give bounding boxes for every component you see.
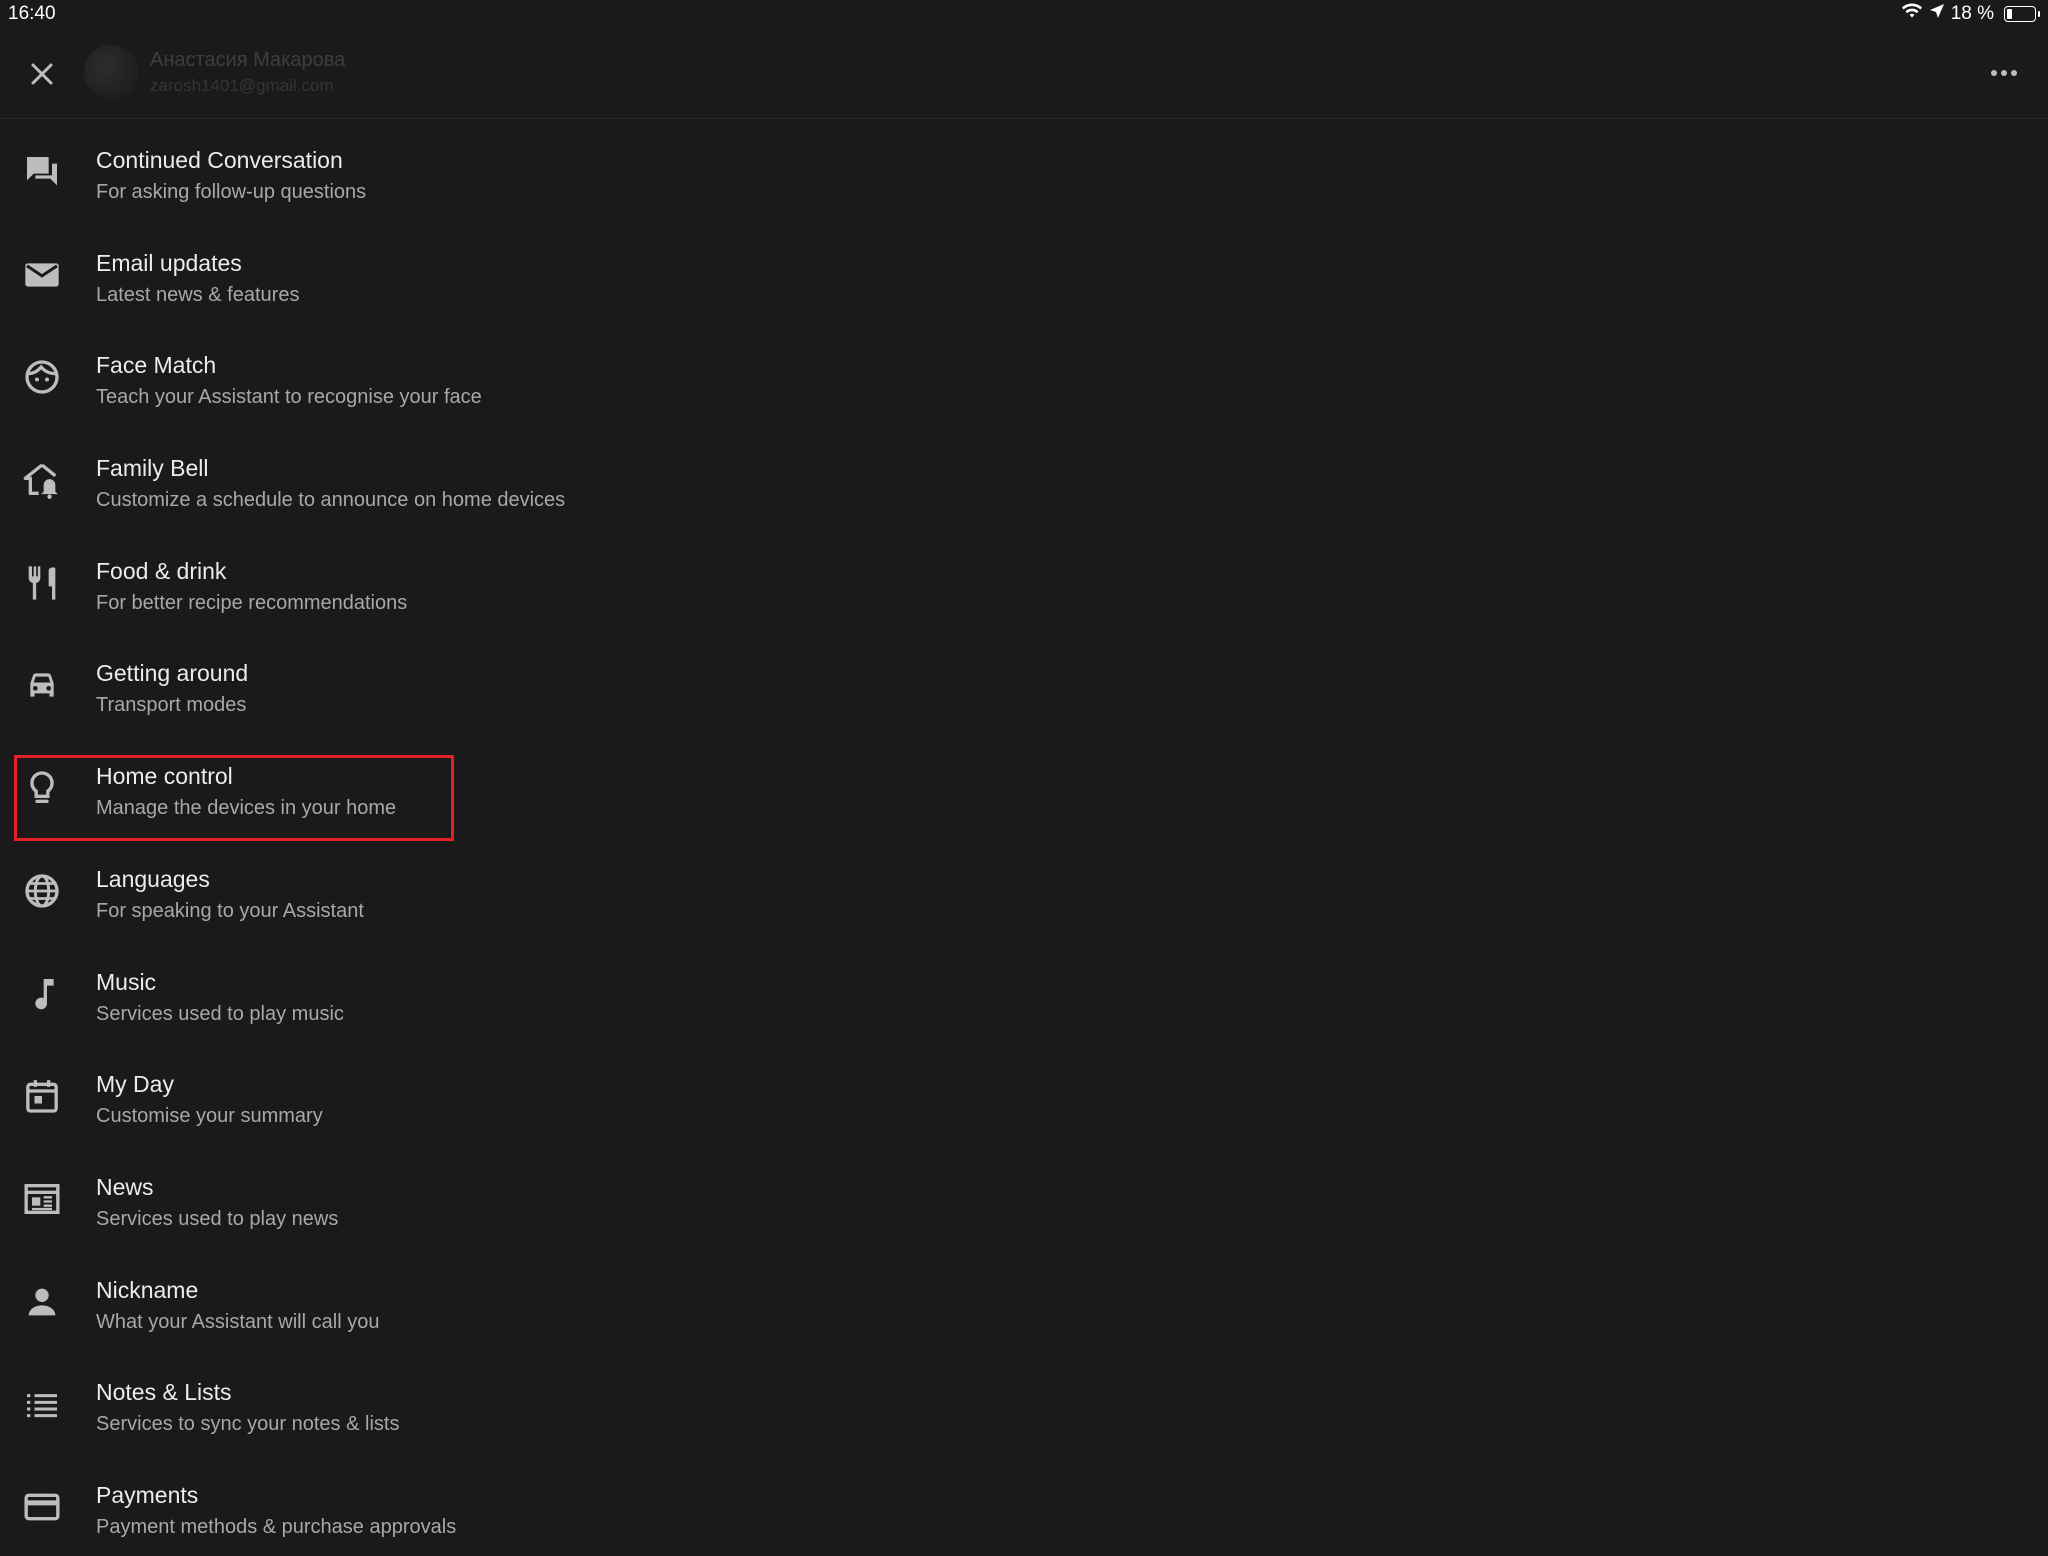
- lightbulb-icon: [22, 768, 62, 808]
- settings-item-title: Continued Conversation: [96, 147, 343, 173]
- settings-item-languages[interactable]: Languages For speaking to your Assistant: [0, 837, 2048, 940]
- settings-item-subtitle: Payment methods & purchase approvals: [96, 1515, 457, 1538]
- settings-item-subtitle: Customize a schedule to announce on home…: [96, 489, 566, 512]
- settings-item-subtitle: Manage the devices in your home: [96, 797, 397, 820]
- chat-bubbles-icon: [22, 152, 62, 192]
- settings-item-getting-around[interactable]: Getting around Transport modes: [0, 631, 2048, 734]
- account-header: Анастасия Макарова zarosh1401@gmail.com: [0, 28, 2048, 119]
- settings-item-subtitle: Services used to play news: [96, 1207, 339, 1230]
- settings-item-title: Face Match: [96, 352, 217, 379]
- wifi-icon: [1901, 3, 1923, 25]
- battery-icon: [2004, 6, 2040, 22]
- settings-item-subtitle: For asking follow-up questions: [96, 181, 367, 203]
- music-note-icon: [22, 974, 62, 1014]
- settings-item-subtitle: Latest news & features: [96, 283, 300, 306]
- settings-item-face-match[interactable]: Face Match Teach your Assistant to recogn…: [0, 323, 2048, 426]
- settings-item-title: Getting around: [96, 660, 249, 687]
- status-icons: 18 %: [1901, 3, 2040, 25]
- home-bell-icon: [22, 460, 62, 500]
- settings-item-subtitle: For speaking to your Assistant: [96, 899, 364, 922]
- settings-item-title: Nickname: [96, 1276, 199, 1303]
- list-icon: [22, 1384, 62, 1424]
- face-icon: [22, 357, 62, 397]
- settings-item-title: My Day: [96, 1071, 174, 1098]
- close-icon: [31, 63, 53, 85]
- settings-list: Continued Conversation For asking follow-…: [0, 118, 2048, 1556]
- settings-item-title: Notes & Lists: [96, 1379, 232, 1406]
- settings-item-title: Payments: [96, 1481, 199, 1508]
- settings-item-subtitle: Transport modes: [96, 694, 247, 717]
- settings-item-music[interactable]: Music Services used to play music: [0, 940, 2048, 1043]
- person-icon: [22, 1282, 62, 1322]
- settings-item-subtitle: What your Assistant will call you: [96, 1310, 380, 1333]
- restaurant-icon: [22, 563, 62, 603]
- calendar-icon: [22, 1076, 62, 1116]
- settings-item-title: Email updates: [96, 249, 242, 276]
- settings-item-email-updates[interactable]: Email updates Latest news & features: [0, 221, 2048, 324]
- battery-nub: [2038, 11, 2040, 17]
- globe-icon: [22, 871, 62, 911]
- settings-item-nickname[interactable]: Nickname What your Assistant will call yo…: [0, 1248, 2048, 1351]
- settings-item-subtitle: Services to sync your notes & lists: [96, 1413, 400, 1436]
- settings-item-title: News: [96, 1173, 154, 1200]
- car-icon: [22, 665, 62, 705]
- settings-item-subtitle: Services used to play music: [96, 1002, 344, 1025]
- settings-item-title: Languages: [96, 865, 210, 892]
- status-time: 16:40: [8, 3, 56, 24]
- settings-item-food-drink[interactable]: Food & drink For better recipe recommenda…: [0, 529, 2048, 632]
- settings-item-notes-lists[interactable]: Notes & Lists Services to sync your notes…: [0, 1350, 2048, 1453]
- settings-item-home-control[interactable]: Home control Manage the devices in your h…: [0, 734, 2048, 837]
- settings-item-title: Food & drink: [96, 557, 227, 584]
- account-name: Анастасия Макарова: [150, 49, 346, 71]
- battery-percent: 18 %: [1950, 3, 1994, 24]
- location-arrow-icon: [1929, 3, 1945, 25]
- more-horiz-icon: [1991, 70, 2017, 76]
- settings-item-title: Family Bell: [96, 455, 209, 482]
- settings-item-payments[interactable]: Payments Payment methods & purchase appro…: [0, 1453, 2048, 1556]
- settings-item-my-day[interactable]: My Day Customise your summary: [0, 1042, 2048, 1145]
- settings-item-family-bell[interactable]: Family Bell Customize a schedule to annou…: [0, 426, 2048, 529]
- account-email: zarosh1401@gmail.com: [150, 76, 334, 95]
- settings-item-title: Home control: [96, 763, 233, 790]
- settings-item-subtitle: Teach your Assistant to recognise your f…: [96, 386, 482, 409]
- settings-item-news[interactable]: News Services used to play news: [0, 1145, 2048, 1248]
- avatar[interactable]: [84, 45, 138, 99]
- newspaper-icon: [22, 1179, 62, 1219]
- mail-icon: [22, 255, 62, 295]
- battery-fill: [2007, 9, 2012, 19]
- close-button[interactable]: [22, 54, 62, 94]
- settings-item-subtitle: For better recipe recommendations: [96, 591, 408, 614]
- status-bar: 16:40 18 %: [0, 0, 2048, 28]
- more-options-button[interactable]: [1984, 58, 2024, 88]
- credit-card-icon: [22, 1487, 62, 1527]
- settings-item-title: Music: [96, 968, 157, 995]
- settings-item-subtitle: Customise your summary: [96, 1105, 323, 1128]
- settings-item-continued-conversation[interactable]: Continued Conversation For asking follow-…: [0, 118, 2048, 221]
